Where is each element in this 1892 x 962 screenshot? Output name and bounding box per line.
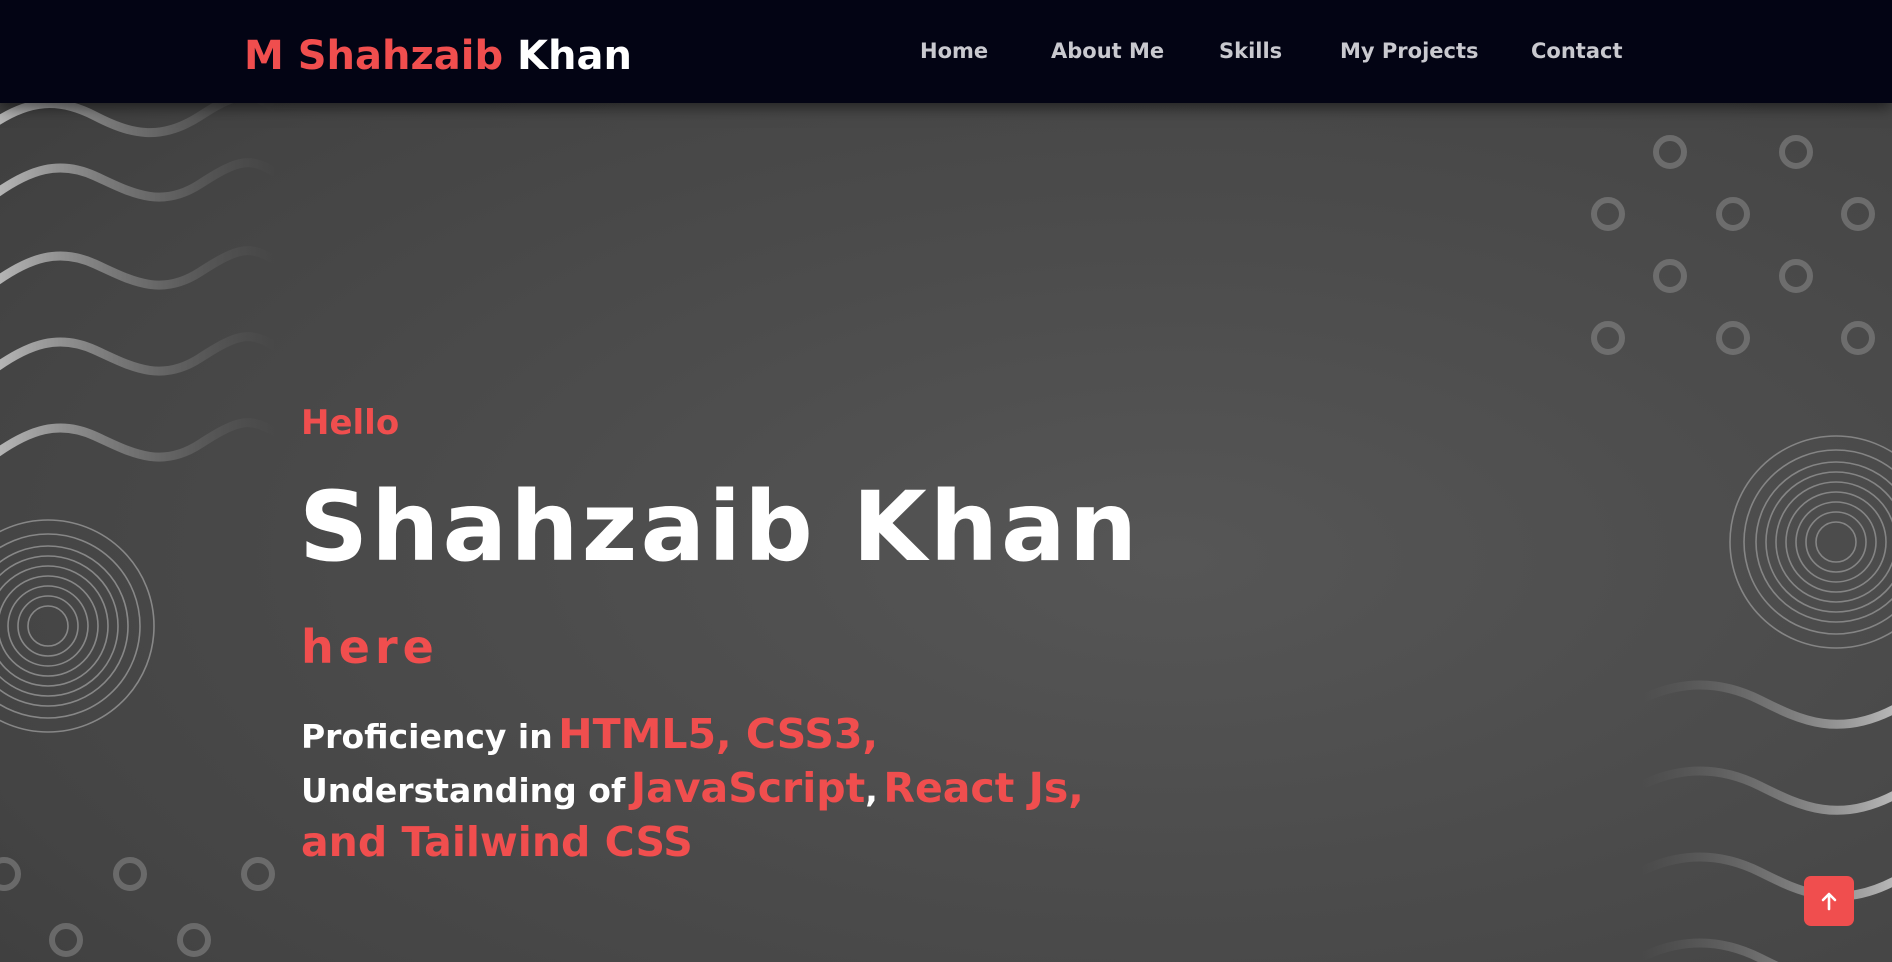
nav-about-link[interactable]: About Me	[1051, 33, 1164, 69]
left-ring-dots	[0, 857, 275, 957]
skills-highlight-1: HTML5, CSS3,	[558, 710, 879, 758]
skills-highlight-2b: React Js,	[883, 764, 1084, 812]
hero-suffix: here	[301, 620, 439, 674]
nav-home-link[interactable]: Home	[920, 33, 988, 69]
hero-greeting: Hello	[301, 403, 400, 443]
page: M Shahzaib Khan Home About Me Skills My …	[0, 0, 1892, 962]
right-ring-dots	[1591, 135, 1875, 355]
main-nav: Home About Me Skills My Projects Contact	[0, 33, 1892, 69]
skills-highlight-2a: JavaScript	[630, 764, 866, 812]
right-waves	[1635, 680, 1892, 962]
nav-skills-link[interactable]: Skills	[1219, 33, 1282, 69]
skills-prefix-2: Understanding of	[301, 771, 626, 810]
hero-skills-line-3: and Tailwind CSS	[301, 814, 693, 879]
skills-highlight-3: and Tailwind CSS	[301, 818, 693, 866]
skills-separator: ,	[865, 771, 878, 810]
right-concentric-circles	[1729, 435, 1892, 649]
left-waves	[0, 91, 280, 462]
left-concentric-circles	[0, 519, 155, 733]
hero-name: Shahzaib Khan	[299, 471, 1141, 583]
nav-contact-link[interactable]: Contact	[1531, 33, 1623, 69]
nav-projects-link[interactable]: My Projects	[1340, 33, 1479, 69]
navbar: M Shahzaib Khan Home About Me Skills My …	[0, 0, 1892, 103]
arrow-up-icon	[1821, 892, 1837, 911]
skills-prefix-1: Proficiency in	[301, 717, 553, 756]
scroll-to-top-button[interactable]	[1804, 876, 1854, 926]
